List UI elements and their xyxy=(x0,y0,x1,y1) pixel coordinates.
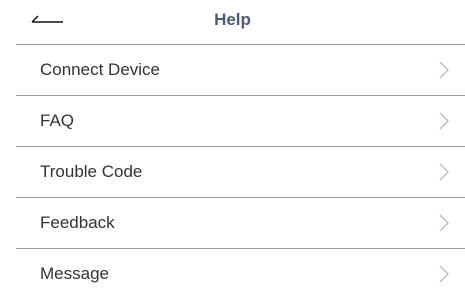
header-bar: Help xyxy=(0,0,465,44)
menu-item-feedback[interactable]: Feedback xyxy=(16,198,465,249)
help-screen: Help Connect Device FAQ Trouble Code Fee… xyxy=(0,0,465,296)
menu-item-label: FAQ xyxy=(40,111,75,130)
menu-item-label: Trouble Code xyxy=(40,162,143,181)
chevron-right-icon xyxy=(439,163,449,181)
help-menu-list: Connect Device FAQ Trouble Code Feedback… xyxy=(16,44,465,296)
menu-item-faq[interactable]: FAQ xyxy=(16,96,465,147)
menu-item-label: Message xyxy=(40,264,109,283)
page-title: Help xyxy=(214,10,251,29)
menu-item-connect-device[interactable]: Connect Device xyxy=(16,45,465,96)
chevron-right-icon xyxy=(439,214,449,232)
menu-item-message[interactable]: Message xyxy=(16,249,465,296)
chevron-right-icon xyxy=(439,112,449,130)
chevron-right-icon xyxy=(439,61,449,79)
menu-item-label: Connect Device xyxy=(40,60,161,79)
menu-item-trouble-code[interactable]: Trouble Code xyxy=(16,147,465,198)
menu-item-label: Feedback xyxy=(40,213,115,232)
chevron-right-icon xyxy=(439,265,449,283)
